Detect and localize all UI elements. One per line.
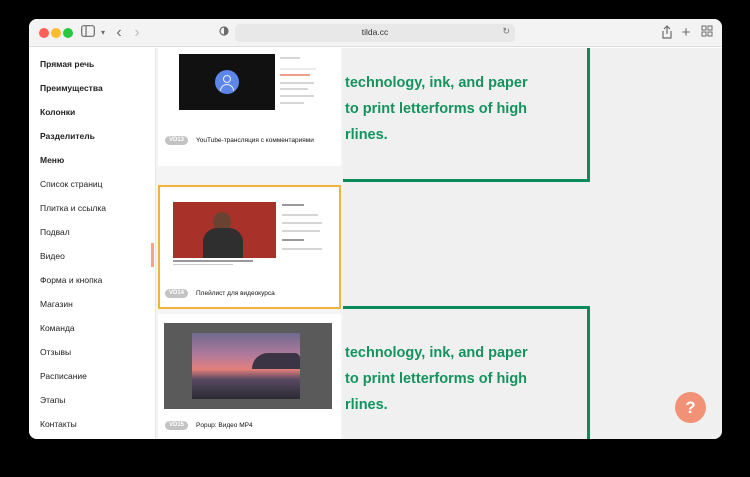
help-button[interactable]: ?: [675, 392, 706, 423]
comments-sidebar-thumb: [278, 54, 320, 110]
block-tag: VD15: [165, 421, 189, 430]
preview-text-line: technology, ink, and paper: [345, 75, 528, 91]
block-title: Popup: Видео MP4: [196, 422, 253, 429]
sidebar-toggle-icon[interactable]: [80, 25, 96, 41]
video-thumbnail: [179, 54, 275, 110]
nav-item-shop[interactable]: Магазин: [40, 299, 73, 309]
popup-thumbnail: [164, 323, 332, 409]
block-category-nav: Прямая речь Преимущества Колонки Раздели…: [29, 48, 156, 439]
nav-item-direct-speech[interactable]: Прямая речь: [40, 59, 94, 69]
frame-border: [587, 48, 590, 181]
block-card-vd14[interactable]: VD14 Плейлист для видеокурса: [158, 185, 341, 309]
block-title: Плейлист для видеокурса: [196, 290, 275, 297]
new-tab-icon[interactable]: +: [678, 25, 694, 41]
url-text: tilda.cc: [361, 27, 389, 37]
nav-item-reviews[interactable]: Отзывы: [40, 347, 71, 357]
nav-item-columns[interactable]: Колонки: [40, 107, 75, 117]
preview-text-line: to print letterforms of high: [345, 371, 528, 387]
nav-item-form-button[interactable]: Форма и кнопка: [40, 275, 102, 285]
video-thumbnail: [192, 333, 300, 399]
video-thumbnail: [173, 202, 276, 258]
playlist-sidebar-thumb: [280, 202, 326, 258]
nav-item-team[interactable]: Команда: [40, 323, 75, 333]
frame-border: [587, 306, 590, 439]
nav-item-stages[interactable]: Этапы: [40, 395, 65, 405]
preview-text-line: technology, ink, and paper: [345, 345, 528, 361]
reload-icon[interactable]: ↻: [502, 26, 510, 37]
minimize-window-button[interactable]: [51, 28, 61, 38]
nav-item-advantages[interactable]: Преимущества: [40, 83, 103, 93]
forward-icon[interactable]: ›: [129, 25, 145, 41]
nav-item-tile-link[interactable]: Плитка и ссылка: [40, 203, 106, 213]
close-window-button[interactable]: [39, 28, 49, 38]
nav-item-footer[interactable]: Подвал: [40, 227, 70, 237]
preview-text-line: rlines.: [345, 397, 388, 413]
block-title: YouTube-трансляция с комментариями: [196, 137, 314, 144]
user-avatar-icon: [215, 70, 239, 94]
nav-item-page-list[interactable]: Список страниц: [40, 179, 103, 189]
maximize-window-button[interactable]: [63, 28, 73, 38]
address-bar[interactable]: tilda.cc ↻: [235, 24, 515, 42]
nav-item-schedule[interactable]: Расписание: [40, 371, 87, 381]
page-preview: technology, ink, and paper to print lett…: [343, 48, 722, 439]
share-icon[interactable]: [659, 25, 675, 41]
preview-text-line: to print letterforms of high: [345, 101, 528, 117]
nav-item-divider[interactable]: Разделитель: [40, 131, 95, 141]
block-card-vd15[interactable]: VD15 Popup: Видео MP4: [158, 314, 341, 439]
block-tag: VD14: [165, 289, 189, 298]
browser-toolbar: ▾ ‹ › tilda.cc ↻ +: [29, 19, 722, 47]
browser-window: ▾ ‹ › tilda.cc ↻ + Прямая речь Преимущес…: [29, 19, 722, 439]
tab-overview-icon[interactable]: [699, 25, 715, 41]
privacy-shield-icon[interactable]: [216, 25, 232, 41]
frame-border: [343, 306, 590, 309]
back-icon[interactable]: ‹: [111, 25, 127, 41]
nav-item-menu[interactable]: Меню: [40, 155, 64, 165]
page-content: Прямая речь Преимущества Колонки Раздели…: [29, 48, 722, 439]
block-tag: VD13: [165, 136, 189, 145]
active-category-marker: [151, 243, 154, 267]
frame-border: [343, 179, 590, 182]
nav-item-video[interactable]: Видео: [40, 251, 65, 261]
chevron-down-icon[interactable]: ▾: [95, 25, 111, 41]
nav-item-contacts[interactable]: Контакты: [40, 419, 77, 429]
preview-text-line: rlines.: [345, 127, 388, 143]
block-list-panel[interactable]: VD13 YouTube-трансляция с комментариями: [156, 48, 343, 439]
block-card-vd13[interactable]: VD13 YouTube-трансляция с комментариями: [158, 48, 341, 166]
